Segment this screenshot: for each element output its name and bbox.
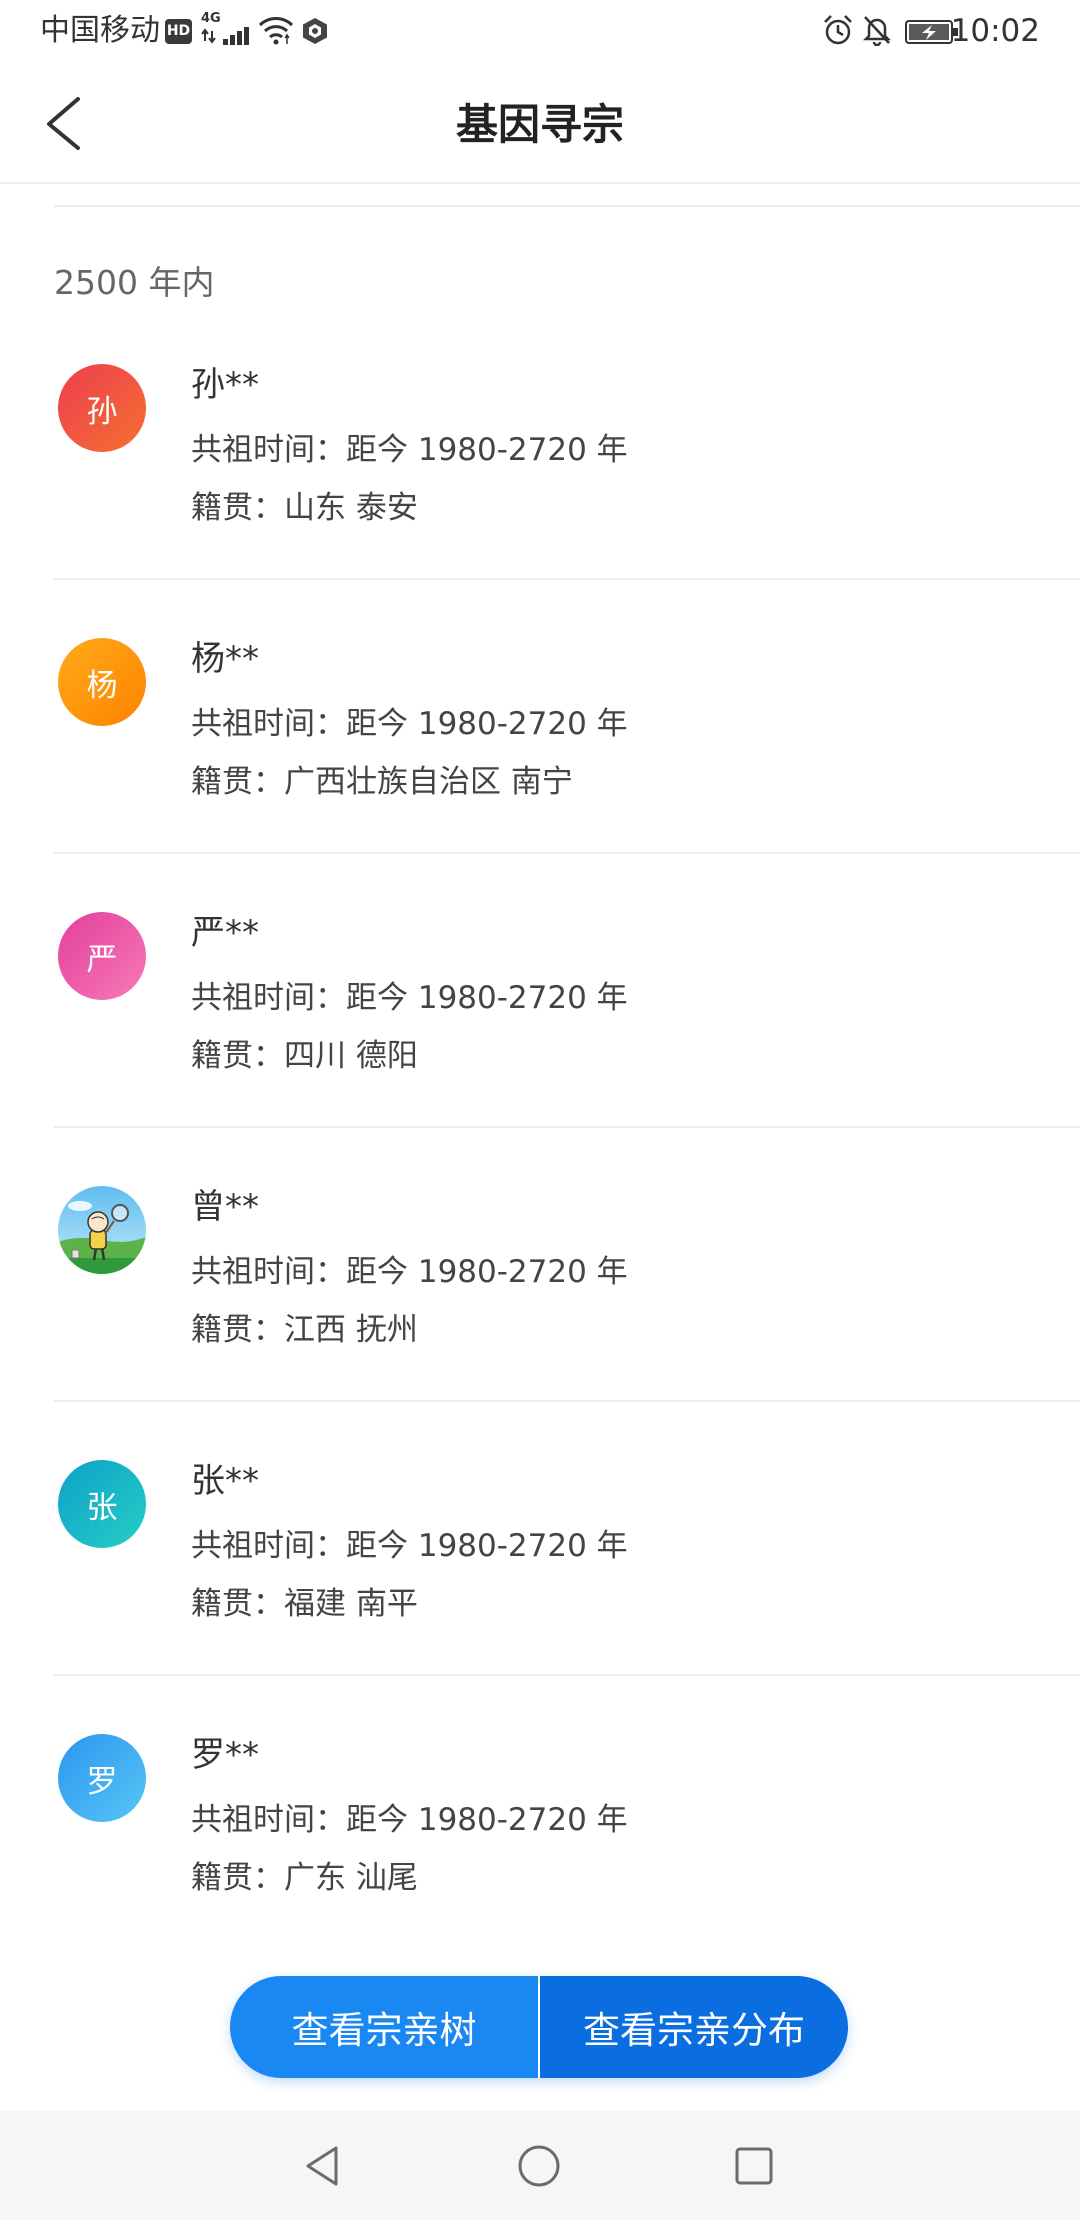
- native-place: 籍贯：四川 德阳: [191, 1034, 418, 1078]
- avatar-initial: 罗: [86, 1763, 118, 1800]
- native-place-label: 籍贯：: [191, 1860, 284, 1896]
- avatar-initial: 严: [86, 941, 118, 978]
- list-item[interactable]: 张 张** 共祖时间：距今 1980-2720 年 籍贯：福建 南平: [0, 1402, 1080, 1676]
- relative-list: 孙 孙** 共祖时间：距今 1980-2720 年 籍贯：山东 泰安 杨 杨**…: [0, 306, 1080, 1950]
- nav-recents-button[interactable]: [727, 2139, 781, 2193]
- wifi-icon: [258, 17, 294, 45]
- time-range-label: 2500 年内: [54, 263, 215, 302]
- common-ancestor-label: 共祖时间：: [191, 1528, 346, 1564]
- common-ancestor-time: 共祖时间：距今 1980-2720 年: [191, 1524, 628, 1568]
- avatar-initial: 张: [86, 1489, 118, 1526]
- list-item[interactable]: 罗 罗** 共祖时间：距今 1980-2720 年 籍贯：广东 汕尾: [0, 1676, 1080, 1950]
- avatar: 张: [58, 1460, 146, 1548]
- recents-square-icon: [735, 2147, 773, 2185]
- avatar-initial: 孙: [86, 393, 118, 430]
- native-place-label: 籍贯：: [191, 490, 284, 526]
- common-ancestor-value: 距今 1980-2720 年: [346, 1254, 628, 1290]
- nav-home-button[interactable]: [512, 2139, 566, 2193]
- native-place-value: 江西 抚州: [284, 1312, 418, 1348]
- relative-name: 杨**: [191, 639, 259, 679]
- list-item[interactable]: 曾** 共祖时间：距今 1980-2720 年 籍贯：江西 抚州: [0, 1128, 1080, 1402]
- common-ancestor-time: 共祖时间：距今 1980-2720 年: [191, 1250, 628, 1294]
- relative-name: 张**: [191, 1461, 259, 1501]
- native-place-value: 福建 南平: [284, 1586, 418, 1622]
- page-title: 基因寻宗: [455, 100, 624, 149]
- common-ancestor-label: 共祖时间：: [191, 1254, 346, 1290]
- status-bar: 中国移动 HD 4G 10:02: [0, 0, 1080, 64]
- native-place-value: 广西壮族自治区 南宁: [284, 764, 573, 800]
- list-item[interactable]: 孙 孙** 共祖时间：距今 1980-2720 年 籍贯：山东 泰安: [0, 306, 1080, 580]
- common-ancestor-label: 共祖时间：: [191, 1802, 346, 1838]
- relative-name: 罗**: [191, 1735, 259, 1775]
- common-ancestor-value: 距今 1980-2720 年: [346, 432, 628, 468]
- list-item[interactable]: 严 严** 共祖时间：距今 1980-2720 年 籍贯：四川 德阳: [0, 854, 1080, 1128]
- avatar: 孙: [58, 364, 146, 452]
- avatar: 杨: [58, 638, 146, 726]
- shield-icon: [303, 18, 327, 44]
- common-ancestor-value: 距今 1980-2720 年: [346, 1528, 628, 1564]
- common-ancestor-value: 距今 1980-2720 年: [346, 980, 628, 1016]
- relative-name: 严**: [191, 913, 259, 953]
- clock-time: 10:02: [950, 13, 1040, 49]
- alarm-icon: [824, 15, 852, 45]
- signal-icon: [201, 27, 249, 45]
- native-place-label: 籍贯：: [191, 764, 284, 800]
- back-triangle-icon: [306, 2146, 338, 2186]
- relative-name: 孙**: [191, 365, 259, 405]
- common-ancestor-value: 距今 1980-2720 年: [346, 1802, 628, 1838]
- native-place: 籍贯：山东 泰安: [191, 486, 418, 530]
- view-distribution-button[interactable]: 查看宗亲分布: [540, 1976, 848, 2078]
- relative-name: 曾**: [191, 1187, 259, 1227]
- header: 基因寻宗: [0, 64, 1080, 184]
- bell-off-icon: [862, 16, 892, 46]
- system-nav-bar: [0, 2111, 1080, 2220]
- native-place-label: 籍贯：: [191, 1038, 284, 1074]
- common-ancestor-time: 共祖时间：距今 1980-2720 年: [191, 428, 628, 472]
- cartoon-avatar-icon: [58, 1186, 146, 1274]
- common-ancestor-time: 共祖时间：距今 1980-2720 年: [191, 976, 628, 1020]
- common-ancestor-label: 共祖时间：: [191, 706, 346, 742]
- native-place-label: 籍贯：: [191, 1312, 284, 1348]
- common-ancestor-label: 共祖时间：: [191, 432, 346, 468]
- common-ancestor-label: 共祖时间：: [191, 980, 346, 1016]
- carrier-name: 中国移动: [40, 13, 160, 48]
- section-divider: [54, 205, 1080, 207]
- native-place-label: 籍贯：: [191, 1586, 284, 1622]
- avatar-initial: 杨: [86, 667, 118, 704]
- common-ancestor-value: 距今 1980-2720 年: [346, 706, 628, 742]
- view-family-tree-button[interactable]: 查看宗亲树: [230, 1976, 538, 2078]
- hd-icon: HD: [165, 19, 192, 44]
- nav-back-button[interactable]: [295, 2139, 349, 2193]
- avatar: [58, 1186, 146, 1274]
- avatar: 罗: [58, 1734, 146, 1822]
- native-place-value: 四川 德阳: [284, 1038, 418, 1074]
- native-place: 籍贯：江西 抚州: [191, 1308, 418, 1352]
- home-circle-icon: [518, 2145, 560, 2187]
- native-place-value: 山东 泰安: [284, 490, 418, 526]
- network-type-label: 4G: [201, 11, 221, 26]
- native-place: 籍贯：福建 南平: [191, 1582, 418, 1626]
- common-ancestor-time: 共祖时间：距今 1980-2720 年: [191, 702, 628, 746]
- action-button-group: 查看宗亲树 查看宗亲分布: [230, 1976, 848, 2078]
- native-place: 籍贯：广西壮族自治区 南宁: [191, 760, 573, 804]
- list-item[interactable]: 杨 杨** 共祖时间：距今 1980-2720 年 籍贯：广西壮族自治区 南宁: [0, 580, 1080, 854]
- native-place-value: 广东 汕尾: [284, 1860, 418, 1896]
- avatar: 严: [58, 912, 146, 1000]
- common-ancestor-time: 共祖时间：距今 1980-2720 年: [191, 1798, 628, 1842]
- native-place: 籍贯：广东 汕尾: [191, 1856, 418, 1900]
